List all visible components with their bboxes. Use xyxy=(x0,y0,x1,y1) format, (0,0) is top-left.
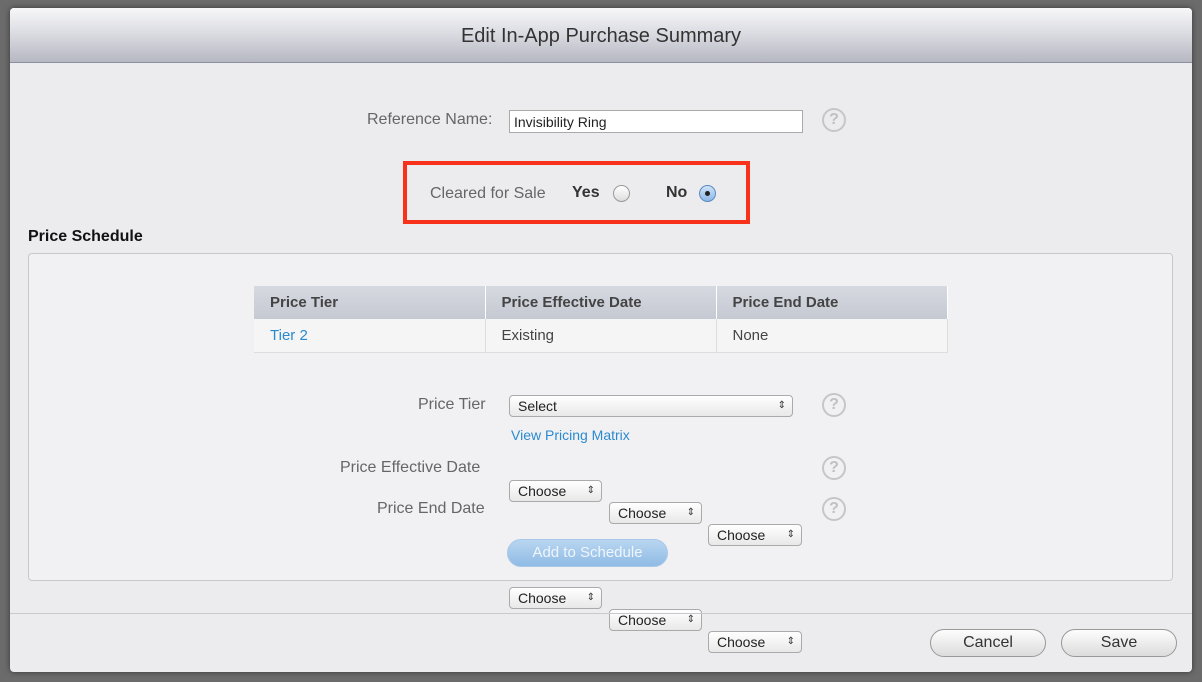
view-pricing-matrix-link[interactable]: View Pricing Matrix xyxy=(511,427,630,443)
edit-iap-dialog: Edit In-App Purchase Summary Reference N… xyxy=(10,8,1192,672)
help-icon[interactable]: ? xyxy=(822,108,846,132)
tier-link[interactable]: Tier 2 xyxy=(254,319,486,353)
no-radio[interactable] xyxy=(699,185,716,202)
help-icon[interactable]: ? xyxy=(822,497,846,521)
reference-name-input[interactable]: Invisibility Ring xyxy=(509,110,803,133)
cleared-for-sale-label: Cleared for Sale xyxy=(430,185,546,202)
dialog-title: Edit In-App Purchase Summary xyxy=(10,8,1192,63)
footer-divider xyxy=(10,613,1192,614)
save-button[interactable]: Save xyxy=(1061,629,1177,657)
price-tier-select[interactable]: Select xyxy=(509,395,793,417)
table-header: Price Tier Price Effective Date Price En… xyxy=(254,286,948,319)
reference-name-label: Reference Name: xyxy=(367,111,493,128)
effective-date-label: Price Effective Date xyxy=(340,459,481,476)
add-to-schedule-button[interactable]: Add to Schedule xyxy=(507,539,668,567)
price-schedule-title: Price Schedule xyxy=(28,228,143,245)
effective-month-select[interactable]: Choose xyxy=(509,480,602,502)
column-header: Price Effective Date xyxy=(485,286,717,319)
price-schedule-panel: Price Tier Price Effective Date Price En… xyxy=(28,253,1173,653)
effective-date-cell: Existing xyxy=(485,319,717,353)
help-icon[interactable]: ? xyxy=(822,393,846,417)
price-tier-label: Price Tier xyxy=(418,396,486,413)
column-header: Price End Date xyxy=(716,286,948,319)
end-year-select[interactable]: Choose xyxy=(708,631,802,653)
price-schedule-table: Price Tier Price Effective Date Price En… xyxy=(254,286,948,353)
end-month-select[interactable]: Choose xyxy=(509,587,602,609)
end-date-label: Price End Date xyxy=(377,500,485,517)
yes-radio[interactable] xyxy=(613,185,630,202)
yes-label: Yes xyxy=(572,184,600,201)
end-date-cell: None xyxy=(716,319,948,353)
effective-day-select[interactable]: Choose xyxy=(609,502,702,524)
cancel-button[interactable]: Cancel xyxy=(930,629,1046,657)
help-icon[interactable]: ? xyxy=(822,456,846,480)
no-label: No xyxy=(666,184,688,201)
column-header: Price Tier xyxy=(254,286,486,319)
effective-year-select[interactable]: Choose xyxy=(708,524,802,546)
table-row: Tier 2 Existing None xyxy=(254,319,948,353)
